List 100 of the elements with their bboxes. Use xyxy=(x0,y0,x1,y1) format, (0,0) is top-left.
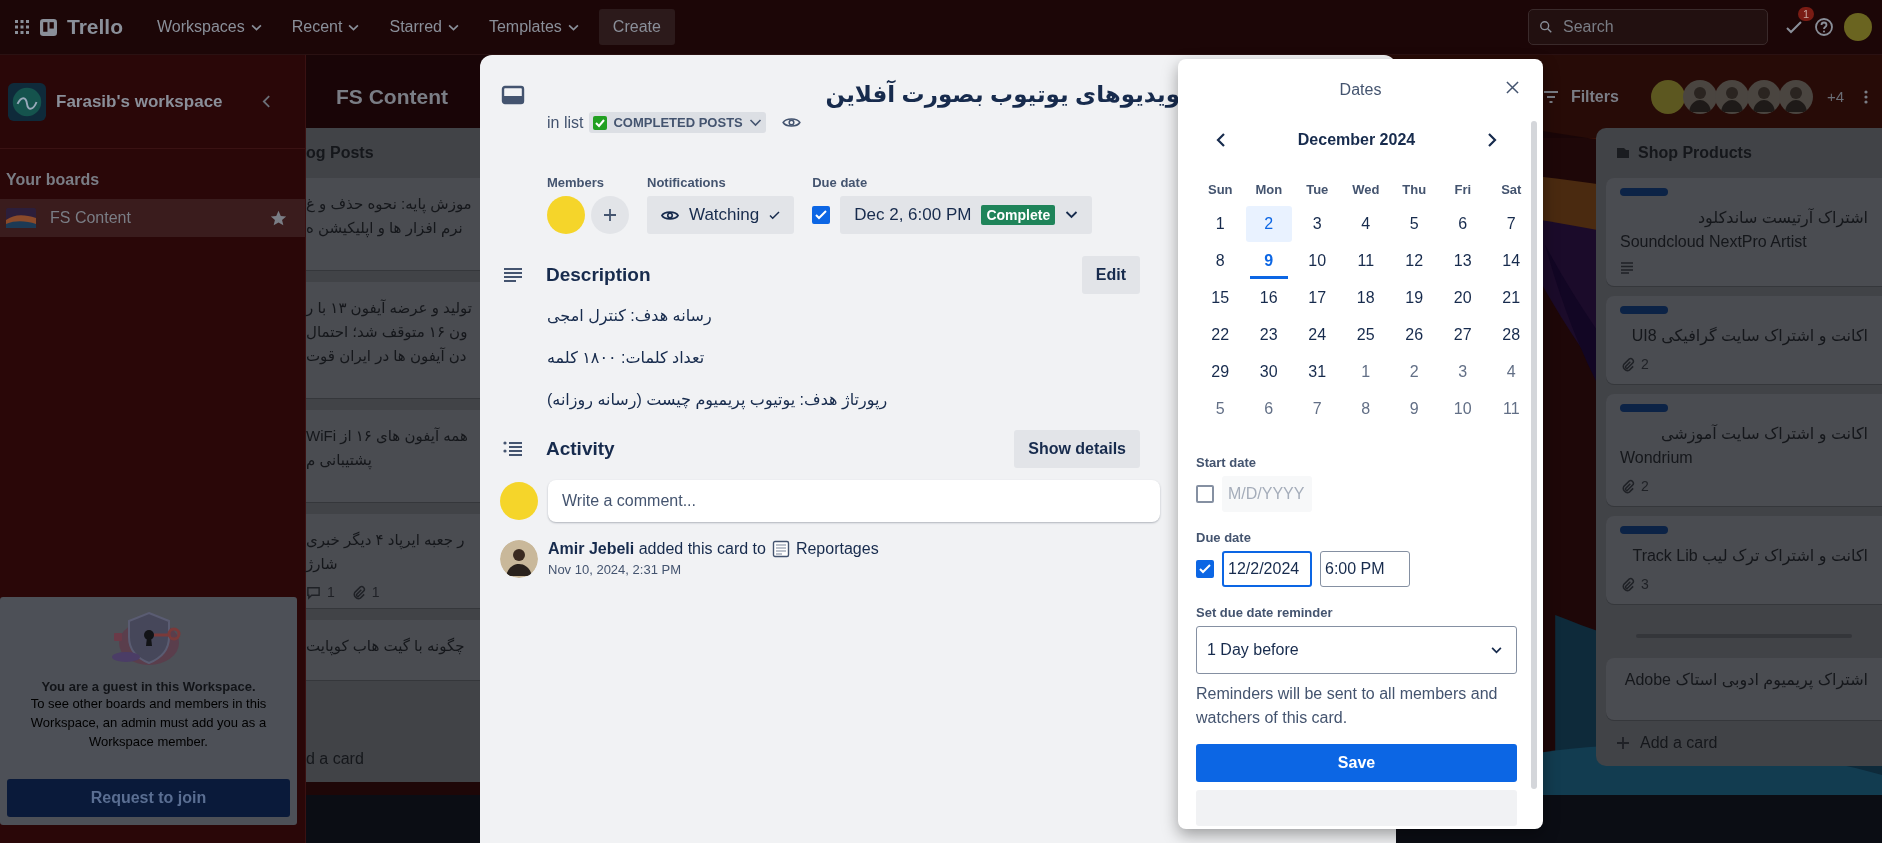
calendar-day[interactable]: 5 xyxy=(1390,206,1439,242)
start-date-label: Start date xyxy=(1196,455,1257,470)
logo[interactable]: Trello xyxy=(67,15,124,39)
board-logo-icon xyxy=(40,18,57,36)
more-members-count[interactable]: +4 xyxy=(1826,88,1844,105)
show-details-button[interactable]: Show details xyxy=(1014,430,1140,468)
calendar-day[interactable]: 6 xyxy=(1438,206,1487,242)
watching-button[interactable]: Watching xyxy=(647,196,795,234)
calendar-day[interactable]: 23 xyxy=(1244,317,1293,353)
filter-icon xyxy=(1542,90,1559,103)
filters-button[interactable]: Filters xyxy=(1570,87,1619,106)
add-member-button[interactable] xyxy=(591,196,629,234)
calendar-day[interactable]: 22 xyxy=(1196,317,1245,353)
description-icon xyxy=(1620,262,1634,274)
calendar-day[interactable]: 1 xyxy=(1341,354,1390,390)
caret-icon xyxy=(250,23,262,31)
calendar-day[interactable]: 20 xyxy=(1438,280,1487,316)
create-button[interactable]: Create xyxy=(598,9,675,45)
card-label xyxy=(1620,188,1668,196)
calendar-day[interactable]: 11 xyxy=(1341,243,1390,279)
comment-field[interactable]: Write a comment... xyxy=(548,480,1160,522)
reminder-select[interactable]: 1 Day before xyxy=(1196,626,1517,674)
due-date-field[interactable]: 12/2/2024 xyxy=(1222,551,1312,587)
calendar-day[interactable]: 2 xyxy=(1245,206,1292,242)
calendar-day[interactable]: 24 xyxy=(1293,317,1342,353)
calendar-day[interactable]: 29 xyxy=(1196,354,1245,390)
avatar[interactable] xyxy=(1844,13,1872,41)
more-icon[interactable] xyxy=(1864,88,1868,105)
calendar-day[interactable]: 26 xyxy=(1390,317,1439,353)
previous-month-icon[interactable] xyxy=(1216,132,1226,148)
board-link[interactable]: Reportages xyxy=(795,540,879,558)
calendar-day[interactable]: 3 xyxy=(1293,206,1342,242)
complete-checkbox[interactable] xyxy=(812,206,831,224)
search-field[interactable]: Search xyxy=(1528,9,1768,45)
calendar-day[interactable]: 5 xyxy=(1196,391,1245,427)
calendar-day[interactable]: 17 xyxy=(1293,280,1342,316)
description-line: رسانه هدف: کنترل امجی xyxy=(547,306,713,328)
request-to-join-button[interactable]: Request to join xyxy=(7,779,290,817)
nav-menu[interactable]: Templates xyxy=(478,12,589,42)
due-date-label: Due date xyxy=(1196,530,1252,545)
nav-menu[interactable]: Starred xyxy=(379,12,469,42)
calendar-day[interactable]: 7 xyxy=(1293,391,1342,427)
edit-button[interactable]: Edit xyxy=(1081,256,1140,294)
nav-menu[interactable]: Workspaces xyxy=(147,12,272,42)
calendar-day[interactable]: 19 xyxy=(1390,280,1439,316)
popover-title: Dates xyxy=(1339,81,1382,99)
calendar-day[interactable]: 31 xyxy=(1293,354,1342,390)
description-line: تعداد کلمات: ۱۸۰۰ کلمه xyxy=(547,348,706,368)
plus-icon xyxy=(603,208,617,222)
board-title[interactable]: FS Content xyxy=(336,84,448,109)
calendar-day[interactable]: 3 xyxy=(1438,354,1487,390)
calendar-day[interactable]: 18 xyxy=(1341,280,1390,316)
calendar-day[interactable]: 13 xyxy=(1438,243,1487,279)
due-date-button[interactable]: Dec 2, 6:00 PM Complete xyxy=(840,196,1093,234)
star-icon[interactable] xyxy=(270,209,287,227)
save-button[interactable]: Save xyxy=(1196,744,1517,782)
caret-icon xyxy=(567,23,579,31)
calendar-day[interactable]: 9 xyxy=(1249,243,1288,279)
calendar-day[interactable]: 10 xyxy=(1438,391,1487,427)
calendar-day[interactable]: 8 xyxy=(1341,391,1390,427)
paperclip-icon xyxy=(1620,576,1635,592)
calendar-day[interactable]: 25 xyxy=(1341,317,1390,353)
search-icon xyxy=(1539,20,1553,34)
card-title[interactable]: ویدیوهای یوتیوب بصورت آفلاین xyxy=(825,81,1180,108)
avatar xyxy=(500,482,538,520)
calendar-day[interactable]: 12 xyxy=(1390,243,1439,279)
due-time-field[interactable]: 6:00 PM xyxy=(1320,551,1410,587)
start-date-field[interactable]: M/D/YYYY xyxy=(1222,476,1312,512)
next-month-icon[interactable] xyxy=(1487,132,1497,148)
list-dropdown[interactable]: COMPLETED POSTS xyxy=(589,112,766,133)
weekday-label: Mon xyxy=(1254,181,1284,199)
calendar-day[interactable]: 11 xyxy=(1487,391,1536,427)
nav-menu[interactable]: Recent xyxy=(281,12,370,42)
apps-icon[interactable] xyxy=(14,19,30,35)
calendar-day[interactable]: 4 xyxy=(1341,206,1390,242)
board-item[interactable]: FS Content xyxy=(0,199,305,237)
calendar-day[interactable]: 2 xyxy=(1390,354,1439,390)
calendar-day[interactable]: 4 xyxy=(1487,354,1536,390)
calendar-day[interactable]: 27 xyxy=(1438,317,1487,353)
start-date-checkbox[interactable] xyxy=(1196,485,1214,503)
collapse-icon[interactable] xyxy=(262,95,271,108)
calendar-day[interactable]: 10 xyxy=(1293,243,1342,279)
calendar-day[interactable]: 14 xyxy=(1487,243,1536,279)
calendar-day[interactable]: 28 xyxy=(1487,317,1536,353)
calendar-day[interactable]: 7 xyxy=(1487,206,1536,242)
close-icon[interactable] xyxy=(1506,81,1519,94)
calendar-day[interactable]: 30 xyxy=(1244,354,1293,390)
calendar-day[interactable]: 1 xyxy=(1196,206,1245,242)
calendar-day[interactable]: 6 xyxy=(1244,391,1293,427)
calendar-day[interactable]: 21 xyxy=(1487,280,1536,316)
weekday-label: Thu xyxy=(1401,181,1428,199)
calendar-day[interactable]: 15 xyxy=(1196,280,1245,316)
eye-icon xyxy=(661,208,679,222)
calendar-day[interactable]: 16 xyxy=(1244,280,1293,316)
calendar-day[interactable]: 8 xyxy=(1196,243,1245,279)
weekday-label: Tue xyxy=(1305,181,1330,199)
weekday-label: Fri xyxy=(1453,181,1473,199)
calendar-day[interactable]: 9 xyxy=(1390,391,1439,427)
help-icon[interactable] xyxy=(1814,17,1834,37)
due-date-checkbox[interactable] xyxy=(1196,560,1214,578)
